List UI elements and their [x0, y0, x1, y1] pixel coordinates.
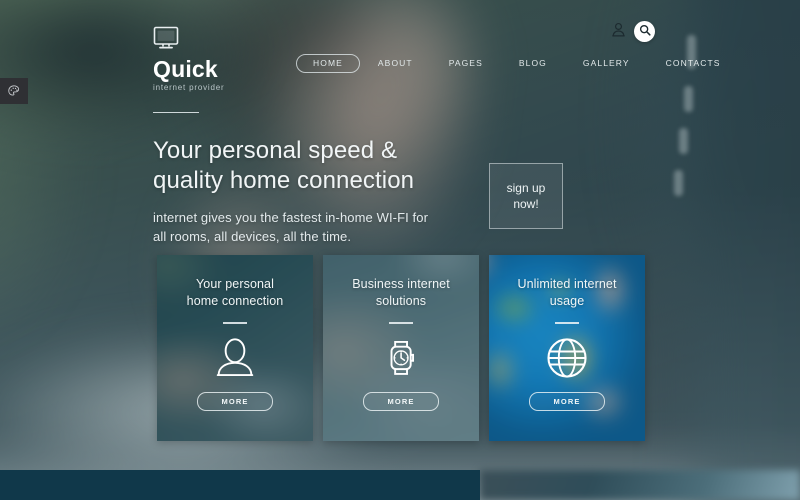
- card-divider: [389, 322, 413, 324]
- user-account-button[interactable]: [610, 22, 626, 42]
- sign-up-label-line-2: now!: [513, 197, 539, 211]
- feature-card-business-internet-solutions[interactable]: Business internet solutions MORE: [323, 255, 479, 441]
- nav-item-pages[interactable]: PAGES: [431, 54, 501, 73]
- card-title-line-2: usage: [549, 294, 585, 308]
- nav-item-about[interactable]: ABOUT: [360, 54, 431, 73]
- search-button[interactable]: [634, 21, 655, 42]
- monitor-icon: [153, 26, 273, 55]
- card-divider: [555, 322, 579, 324]
- card-more-button[interactable]: MORE: [529, 392, 605, 411]
- card-title: Unlimited internet usage: [505, 276, 628, 310]
- nav-item-contacts[interactable]: CONTACTS: [648, 54, 739, 73]
- footer-bar-photo-continuation: [480, 470, 800, 500]
- card-divider: [223, 322, 247, 324]
- logo-tagline: internet provider: [153, 83, 225, 92]
- card-more-button[interactable]: MORE: [197, 392, 273, 411]
- wristwatch-icon: [382, 337, 420, 379]
- nav-item-home[interactable]: HOME: [296, 54, 360, 73]
- card-more-button[interactable]: MORE: [363, 392, 439, 411]
- header-tools: [610, 21, 655, 42]
- search-icon: [639, 23, 651, 41]
- site-header: Quick internet provider HOME ABOUT PAGES…: [0, 0, 800, 92]
- nav-item-gallery[interactable]: GALLERY: [565, 54, 648, 73]
- card-title-line-1: Unlimited internet: [517, 277, 617, 291]
- feature-card-personal-home-connection[interactable]: Your personal home connection MORE: [157, 255, 313, 441]
- hero-title-line-2: quality home connection: [153, 167, 415, 194]
- card-title: Business internet solutions: [340, 276, 462, 310]
- user-icon: [611, 22, 625, 42]
- feature-cards: Your personal home connection MORE Busin…: [157, 255, 645, 441]
- card-title-line-2: solutions: [375, 294, 427, 308]
- footer-bar: [0, 470, 480, 500]
- card-title-line-1: Your personal: [196, 277, 274, 291]
- card-title: Your personal home connection: [175, 276, 296, 310]
- hero-subtitle-line-1: internet gives you the fastest in-home W…: [153, 210, 429, 225]
- hero-title-line-1: Your personal speed &: [153, 137, 398, 164]
- person-icon: [215, 337, 255, 379]
- hero-divider: [153, 112, 199, 113]
- sign-up-label-line-1: sign up: [506, 181, 546, 195]
- monitor-button-4: [674, 170, 683, 196]
- monitor-button-3: [679, 128, 688, 154]
- sign-up-button[interactable]: sign up now!: [489, 163, 563, 229]
- main-navigation: HOME ABOUT PAGES BLOG GALLERY CONTACTS: [296, 54, 739, 73]
- card-title-line-1: Business internet: [352, 277, 450, 291]
- globe-icon: [546, 337, 588, 379]
- card-title-line-2: home connection: [186, 294, 284, 308]
- logo[interactable]: Quick internet provider: [153, 26, 273, 93]
- nav-item-blog[interactable]: BLOG: [501, 54, 565, 73]
- feature-card-unlimited-internet-usage[interactable]: Unlimited internet usage MORE: [489, 255, 645, 441]
- logo-name: Quick: [153, 56, 218, 82]
- page-root: Quick internet provider HOME ABOUT PAGES…: [0, 0, 800, 500]
- hero-subtitle-line-2: all rooms, all devices, all the time.: [153, 229, 352, 244]
